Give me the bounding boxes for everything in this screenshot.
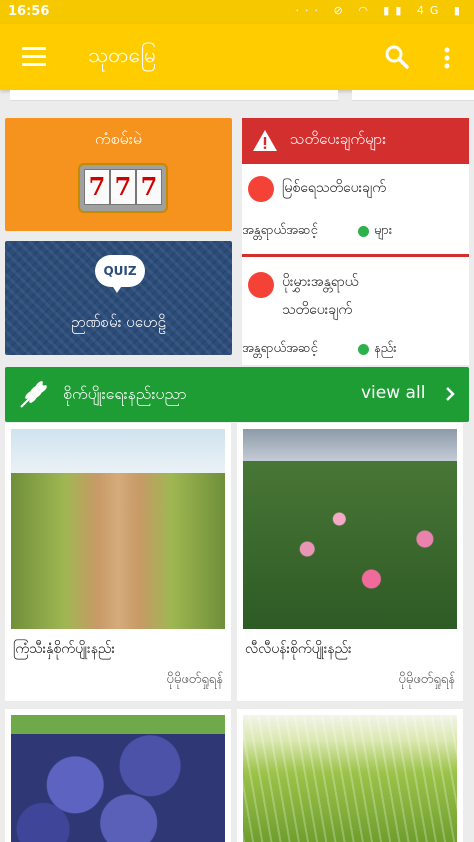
chevron-right-icon[interactable] <box>445 386 455 402</box>
app-bar: သုတမြေ <box>0 24 474 90</box>
more-options-icon[interactable] <box>440 46 454 70</box>
alert-divider <box>242 254 469 257</box>
post-card[interactable] <box>5 709 231 842</box>
lucky-draw-label: ကံစမ်းမဲ <box>95 129 142 148</box>
slot-machine-icon: 7 7 7 <box>78 163 168 213</box>
status-network: 4G <box>416 4 445 17</box>
alerts-title: သတိပေးချက်များ <box>290 130 387 148</box>
read-more-link[interactable]: ပိုမိုဖတ်ရှုရန် <box>398 671 455 690</box>
rice-field-image <box>243 715 457 842</box>
alert-text: သတိပေးချက် <box>282 302 353 318</box>
alert-text: ပိုးမွှားအန္တရာယ် <box>282 274 359 290</box>
menu-icon[interactable] <box>22 47 46 67</box>
priority-value: နည်း <box>374 341 397 356</box>
quiz-bubble-tail <box>111 284 123 293</box>
alert-text: မြစ်ရေသတိပေးချက် <box>282 180 386 196</box>
slot-reel: 7 <box>110 169 136 205</box>
post-card[interactable] <box>237 709 463 842</box>
post-title: လီလီပန်းစိုက်ပျိုးနည်း <box>245 641 352 657</box>
lily-flowers-image <box>243 429 457 629</box>
slot-reel: 7 <box>136 169 162 205</box>
scrolled-strip <box>10 90 338 101</box>
danger-dot-icon <box>248 176 274 202</box>
post-card[interactable]: လီလီပန်းစိုက်ပျိုးနည်း ပိုမိုဖတ်ရှုရန် <box>237 423 463 701</box>
status-bar: 16:56 ··· ⊘ ◠ ▮▮ 4G ▮ <box>0 0 474 24</box>
quiz-card[interactable]: QUIZ ဉာဏ်စမ်း ပဟေဠိ <box>5 241 232 355</box>
alert-item-pest[interactable]: ပိုးမွှားအန္တရာယ် သတိပေးချက် အန္တရာယ်အဆင… <box>242 258 469 365</box>
agri-tech-section-bar: စိုက်ပျိုးရေးနည်းပညာ view all <box>5 367 469 422</box>
plum-fruit-image <box>11 715 225 842</box>
lucky-draw-card[interactable]: ကံစမ်းမဲ 7 7 7 <box>5 118 232 231</box>
section-title: စိုက်ပျိုးရေးနည်းပညာ <box>63 384 187 403</box>
wheat-icon <box>20 381 47 408</box>
status-time: 16:56 <box>8 4 50 19</box>
scrolled-strip <box>352 90 474 101</box>
read-more-link[interactable]: ပိုမိုဖတ်ရှုရန် <box>166 671 223 690</box>
sugarcane-field-image <box>11 429 225 629</box>
priority-label: အန္တရာယ်အဆင့် <box>242 223 318 238</box>
post-card[interactable]: ကြံသီးနှံစိုက်ပျိုးနည်း ပိုမိုဖတ်ရှုရန် <box>5 423 231 701</box>
alerts-panel: သတိပေးချက်များ မြစ်ရေသတိပေးချက် အန္တရာယ်… <box>242 118 469 365</box>
status-dot-icon <box>358 226 369 237</box>
quiz-bubble-icon: QUIZ <box>95 255 145 287</box>
warning-icon <box>253 130 277 151</box>
search-icon[interactable] <box>384 44 410 70</box>
quiz-label: ဉာဏ်စမ်း ပဟေဠိ <box>70 313 167 331</box>
post-title: ကြံသီးနှံစိုက်ပျိုးနည်း <box>13 641 116 657</box>
app-title: သုတမြေ <box>88 43 157 67</box>
alerts-header[interactable]: သတိပေးချက်များ <box>242 118 469 164</box>
alert-item-river[interactable]: မြစ်ရေသတိပေးချက် အန္တရာယ်အဆင့် များ <box>242 164 469 252</box>
status-icons: ··· ⊘ ◠ ▮▮ 4G ▮ <box>295 4 466 17</box>
view-all-link[interactable]: view all <box>361 383 425 403</box>
danger-dot-icon <box>248 272 274 298</box>
priority-label: အန္တရာယ်အဆင့် <box>242 341 318 356</box>
slot-reel: 7 <box>84 169 110 205</box>
priority-value: များ <box>374 223 393 238</box>
status-dot-icon <box>358 344 369 355</box>
